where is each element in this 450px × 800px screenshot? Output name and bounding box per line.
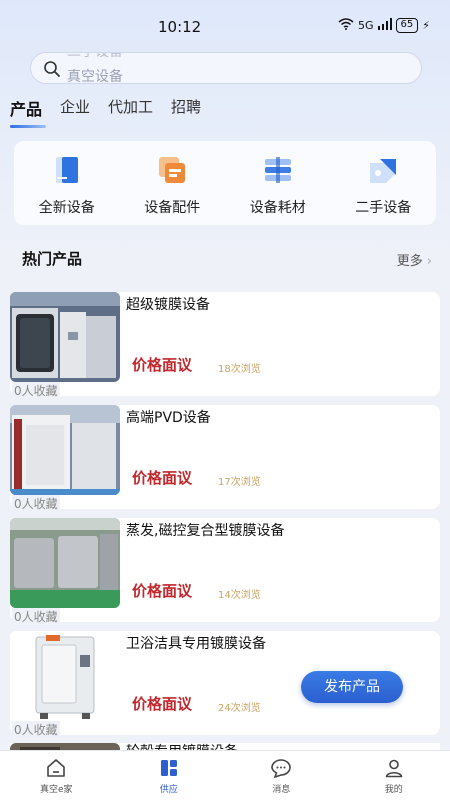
tab-oem[interactable]: 代加工: [108, 96, 153, 128]
battery-icon: 65: [395, 18, 419, 33]
new-device-icon: [50, 153, 84, 187]
tab-jobs[interactable]: 招聘: [171, 96, 201, 128]
hot-products-header: 热门产品 更多 ›: [22, 248, 432, 270]
category-accessory[interactable]: 设备配件: [122, 153, 222, 217]
view-count: 18次浏览: [218, 364, 261, 375]
supply-icon: [158, 757, 180, 779]
tabbar-label: 供应: [159, 785, 178, 795]
tabbar-profile[interactable]: 我的: [338, 751, 450, 800]
product-price: 价格面议: [132, 582, 193, 600]
network-type: 5G: [358, 19, 374, 32]
product-price: 价格面议: [132, 356, 193, 374]
product-card[interactable]: 0人收藏 蒸发,磁控复合型镀膜设备 价格面议 14次浏览: [10, 518, 440, 625]
status-time: 10:12: [158, 18, 202, 36]
status-bar: 10:12 5G 65 ⚡: [0, 0, 450, 52]
view-count: 24次浏览: [218, 703, 261, 714]
tab-companies[interactable]: 企业: [60, 96, 90, 128]
product-image: [10, 405, 120, 495]
category-second-hand[interactable]: 二手设备: [333, 153, 433, 217]
product-price: 价格面议: [132, 469, 193, 487]
tabbar-label: 消息: [272, 785, 291, 795]
publish-product-button[interactable]: 发布产品: [301, 671, 403, 703]
search-icon: [43, 60, 61, 78]
favorite-count: 0人收藏: [12, 721, 60, 738]
search-input[interactable]: 二手设备 真空设备: [30, 52, 422, 84]
favorite-count: 0人收藏: [12, 495, 60, 512]
signal-icon: [377, 18, 392, 33]
tabbar-messages[interactable]: 消息: [225, 751, 338, 800]
charging-icon: ⚡: [422, 19, 430, 32]
view-count: 14次浏览: [218, 590, 261, 601]
category-consumable[interactable]: 设备耗材: [228, 153, 328, 217]
tab-products[interactable]: 产品: [10, 96, 47, 128]
product-title: 高端PVD设备: [126, 410, 211, 426]
category-card: 全新设备 设备配件 设备耗材 二手设备: [14, 141, 436, 225]
product-title: 蒸发,磁控复合型镀膜设备: [126, 523, 285, 539]
message-icon: [270, 757, 292, 779]
home-icon: [45, 757, 67, 779]
favorite-count: 0人收藏: [12, 608, 60, 625]
more-link[interactable]: 更多 ›: [397, 250, 432, 269]
category-label: 二手设备: [355, 200, 412, 216]
favorite-count: 0人收藏: [12, 382, 60, 399]
category-label: 全新设备: [38, 200, 95, 216]
product-image: [10, 518, 120, 608]
search-ghost-text: 二手设备: [67, 52, 123, 60]
product-image: [10, 631, 120, 721]
category-new-device[interactable]: 全新设备: [17, 153, 117, 217]
consumable-icon: [261, 153, 295, 187]
category-label: 设备耗材: [249, 200, 306, 216]
bottom-tabbar: 真空e家 供应 消息 我的: [0, 750, 450, 800]
chevron-right-icon: ›: [426, 254, 432, 269]
second-hand-icon: [366, 153, 400, 187]
tabbar-label: 我的: [384, 785, 403, 795]
tabbar-home[interactable]: 真空e家: [0, 751, 113, 800]
tabbar-supply[interactable]: 供应: [113, 751, 226, 800]
search-placeholder: 真空设备: [67, 69, 123, 84]
product-title: 超级镀膜设备: [126, 297, 210, 313]
accessory-icon: [155, 153, 189, 187]
section-title: 热门产品: [22, 250, 83, 268]
product-card[interactable]: 0人收藏 超级镀膜设备 价格面议 18次浏览: [10, 292, 440, 399]
product-image: [10, 292, 120, 382]
product-price: 价格面议: [132, 695, 193, 713]
view-count: 17次浏览: [218, 477, 261, 488]
tabbar-label: 真空e家: [39, 785, 73, 795]
category-label: 设备配件: [144, 200, 201, 216]
more-label: 更多: [396, 254, 423, 269]
top-tabs: 产品 企业 代加工 招聘: [10, 96, 201, 128]
product-card[interactable]: 0人收藏 高端PVD设备 价格面议 17次浏览: [10, 405, 440, 512]
product-title: 卫浴洁具专用镀膜设备: [126, 636, 266, 652]
wifi-icon: [338, 18, 354, 33]
status-icons: 5G 65 ⚡: [338, 18, 430, 33]
profile-icon: [383, 757, 405, 779]
